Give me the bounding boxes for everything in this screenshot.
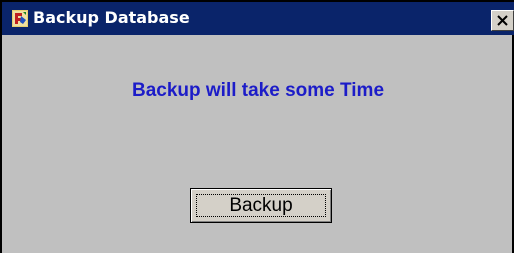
backup-button[interactable]: Backup <box>190 188 332 223</box>
dialog-message: Backup will take some Time <box>131 80 385 101</box>
app-icon <box>12 10 28 27</box>
close-icon <box>497 15 508 26</box>
backup-button-label: Backup <box>229 195 293 216</box>
title-bar[interactable]: Backup Database <box>2 2 514 35</box>
close-button[interactable] <box>491 10 514 31</box>
window-title: Backup Database <box>33 8 190 27</box>
backup-dialog-window: Backup Database Backup will take some Ti… <box>0 0 514 253</box>
